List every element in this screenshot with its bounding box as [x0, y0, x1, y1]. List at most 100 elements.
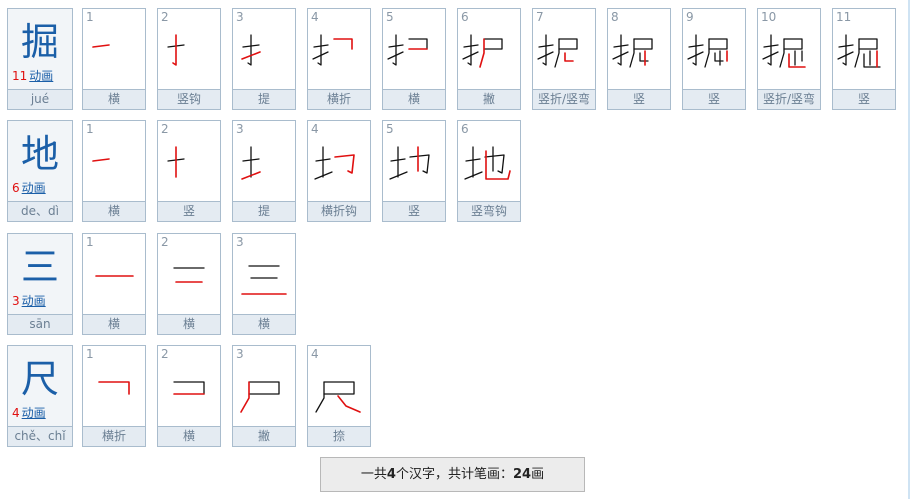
stroke-name-label: 横	[158, 426, 220, 446]
stroke-path	[629, 38, 635, 68]
stroke-path	[334, 154, 355, 174]
stroke-diagram	[462, 34, 503, 68]
stroke-path	[617, 34, 622, 66]
stroke-name-label: 横折	[308, 89, 370, 109]
pinyin-label: jué	[8, 89, 72, 109]
stroke-path	[767, 34, 772, 66]
stroke-diagram	[92, 158, 110, 162]
animation-link[interactable]: 动画	[29, 69, 53, 83]
stroke-path	[779, 38, 785, 68]
stroke-step-cell: 6撇	[457, 8, 521, 110]
char-header: 尺 4 动画 chě、chǐ	[7, 345, 73, 447]
stroke-path	[173, 381, 205, 395]
stroke-diagram	[762, 34, 806, 68]
stroke-name-label: 横	[158, 314, 220, 334]
stroke-diagram	[314, 146, 355, 180]
stroke-path	[484, 154, 505, 174]
char-glyph: 地	[20, 132, 59, 176]
stroke-name-label: 竖弯钩	[458, 201, 520, 221]
stroke-diagram	[167, 146, 185, 178]
stroke-name-label: 竖	[683, 89, 745, 109]
stroke-diagram	[98, 381, 130, 395]
stroke-count: 6 动画	[12, 181, 46, 195]
stroke-path	[408, 38, 428, 50]
animation-link[interactable]: 动画	[22, 294, 46, 308]
char-header: 三 3 动画 sān	[7, 233, 73, 335]
stroke-diagram	[173, 267, 205, 283]
stroke-path	[783, 38, 803, 50]
stroke-name-label: 提	[233, 201, 295, 221]
stroke-name-label: 横	[83, 314, 145, 334]
stroke-step-cell: 3横	[232, 233, 296, 335]
pinyin-label: sān	[8, 314, 72, 334]
animation-link[interactable]: 动画	[22, 181, 46, 195]
stroke-diagram	[173, 381, 205, 395]
animation-link[interactable]: 动画	[22, 406, 46, 420]
stroke-path	[714, 52, 724, 62]
stroke-path	[333, 38, 353, 50]
stroke-count: 4 动画	[12, 406, 46, 420]
stroke-name-label: 捺	[308, 426, 370, 446]
pinyin-label: chě、chǐ	[8, 426, 72, 446]
stroke-count: 3 动画	[12, 294, 46, 308]
char-glyph: 三	[20, 245, 59, 289]
stroke-diagram	[537, 34, 578, 68]
stroke-diagram	[312, 34, 353, 66]
stroke-diagram	[315, 381, 361, 413]
stroke-diagram	[241, 146, 261, 180]
stroke-path	[542, 34, 547, 66]
stroke-path	[240, 381, 250, 413]
stroke-step-cell: 6 竖弯钩	[457, 120, 521, 222]
stroke-path	[248, 381, 280, 395]
stroke-path	[633, 38, 653, 50]
stroke-diagram	[167, 34, 185, 66]
pinyin-label: de、dì	[8, 201, 72, 221]
stroke-path	[854, 38, 860, 68]
stroke-name-label: 横	[233, 314, 295, 334]
stroke-diagram	[464, 146, 511, 180]
stroke-diagram	[241, 34, 261, 66]
stroke-name-label: 竖	[383, 201, 445, 221]
stroke-path	[337, 395, 361, 413]
stroke-name-label: 撇	[458, 89, 520, 109]
stroke-path	[554, 38, 560, 68]
stroke-name-label: 撇	[233, 426, 295, 446]
stroke-path	[323, 381, 355, 395]
stroke-path	[692, 34, 697, 66]
stroke-step-cell: 11 竖	[832, 8, 896, 110]
char-header: 地 6 动画 de、dì	[7, 120, 73, 222]
stroke-path	[92, 44, 110, 48]
stroke-name-label: 竖折/竖弯	[533, 89, 595, 109]
char-glyph: 掘	[20, 20, 59, 64]
stroke-path	[564, 52, 574, 62]
stroke-step-cell: 3撇	[232, 345, 296, 447]
stroke-step-cell: 5横	[382, 8, 446, 110]
stroke-step-cell: 1横	[82, 233, 146, 335]
stroke-path	[317, 34, 322, 66]
stroke-diagram	[241, 265, 287, 295]
stroke-diagram	[240, 381, 280, 413]
stroke-diagram	[612, 34, 653, 68]
stroke-step-cell: 7 竖折/竖弯	[532, 8, 596, 110]
stroke-path	[858, 38, 878, 50]
stroke-path	[842, 34, 847, 66]
char-header: 掘 11 动画 jué	[7, 8, 73, 110]
stroke-path	[247, 34, 252, 66]
stroke-step-cell: 10 竖折/竖弯	[757, 8, 821, 110]
stroke-step-cell: 3提	[232, 8, 296, 110]
stroke-name-label: 竖	[833, 89, 895, 109]
stroke-step-cell: 2竖	[157, 120, 221, 222]
stroke-diagram	[95, 275, 134, 277]
stroke-path	[409, 154, 430, 174]
stroke-name-label: 横折	[83, 426, 145, 446]
stroke-name-label: 竖	[158, 201, 220, 221]
stroke-step-cell: 2 竖钩	[157, 8, 221, 110]
stroke-step-cell: 9竖	[682, 8, 746, 110]
stroke-step-cell: 4捺	[307, 345, 371, 447]
stroke-name-label: 横	[383, 89, 445, 109]
stroke-name-label: 横	[83, 89, 145, 109]
stroke-summary: 一共4个汉字，共计笔画：24画	[320, 457, 585, 492]
char-glyph: 尺	[20, 357, 59, 401]
stroke-diagram	[837, 34, 881, 68]
stroke-step-cell: 4 横折钩	[307, 120, 371, 222]
